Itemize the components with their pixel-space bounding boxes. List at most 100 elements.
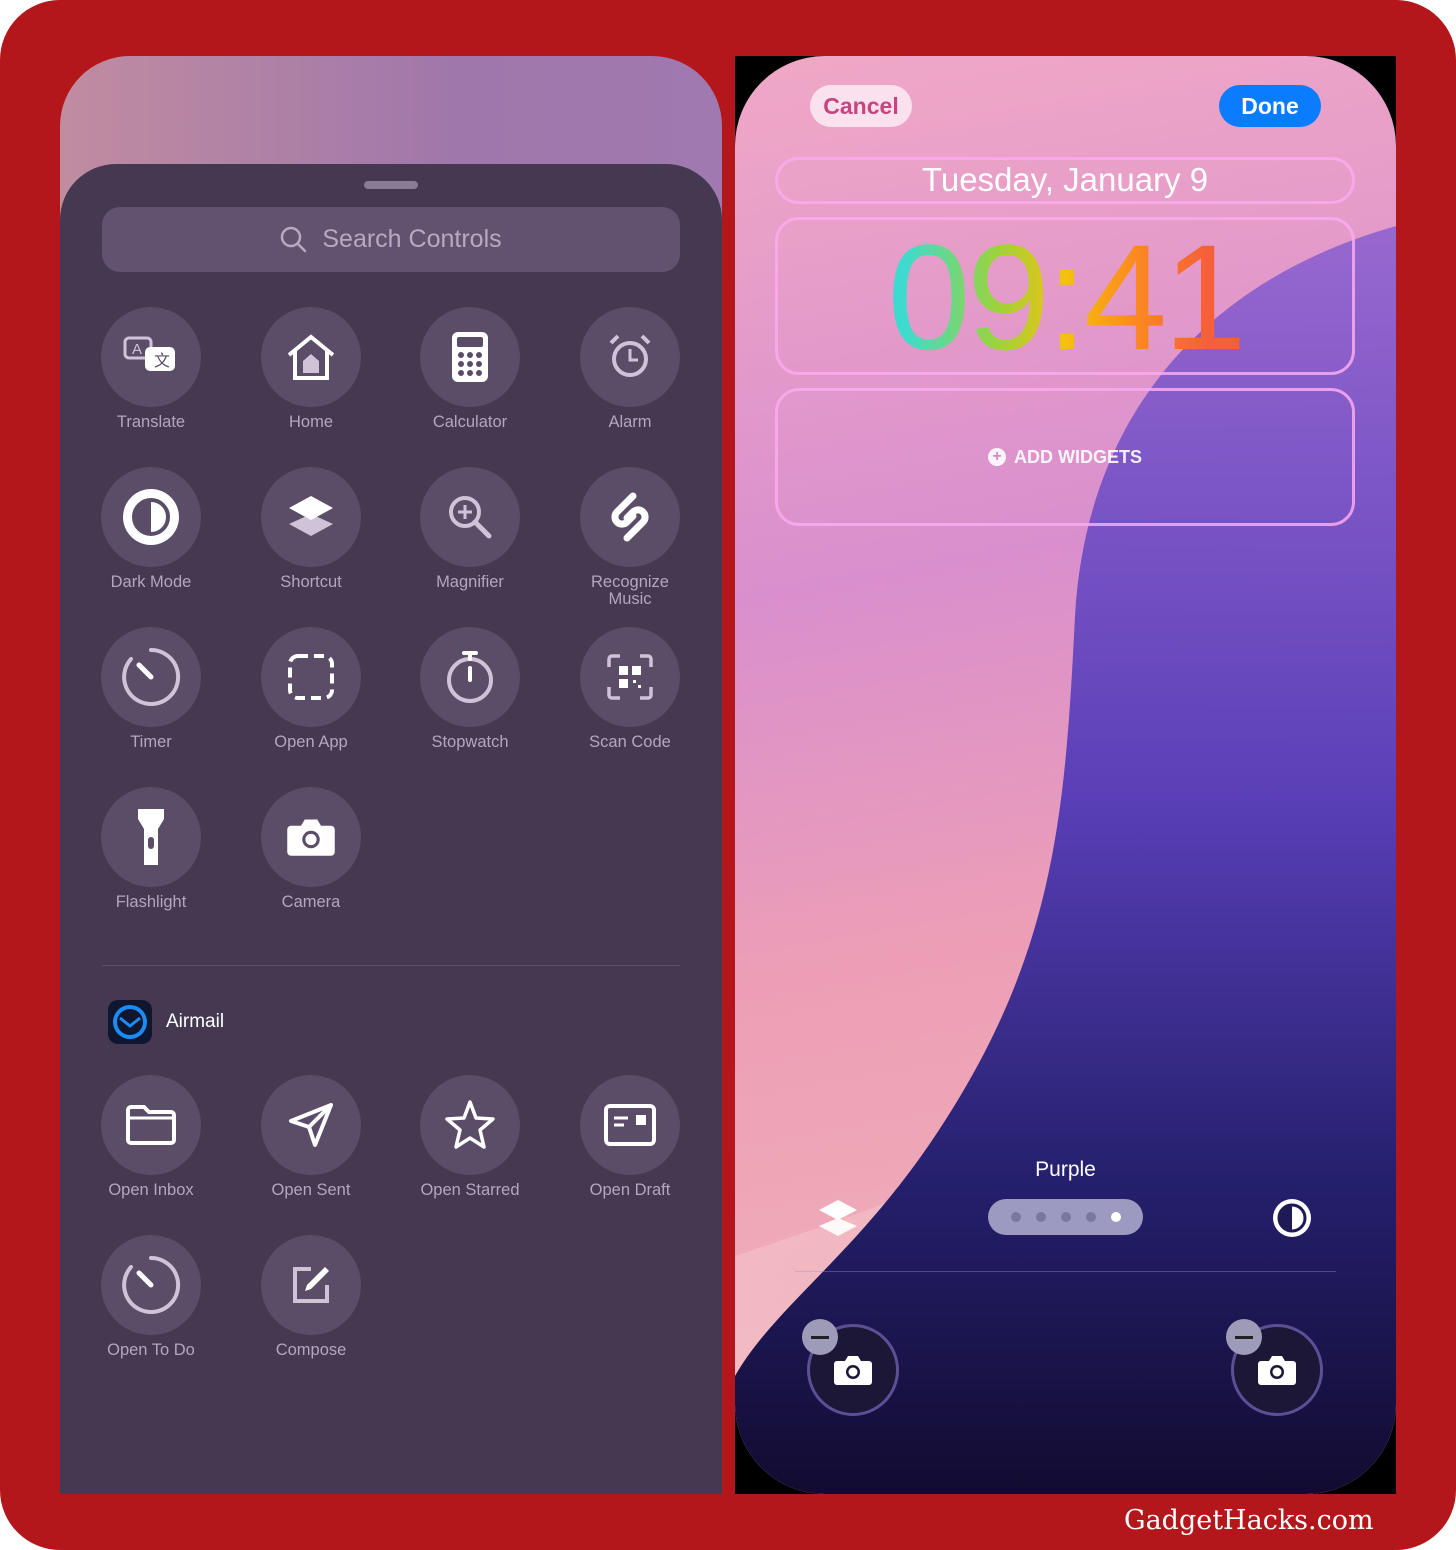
search-controls-field[interactable]: Search Controls [102,207,680,272]
control-open-starred[interactable]: Open Starred [395,1075,545,1199]
control-open-draft[interactable]: Open Draft [555,1075,705,1199]
divider [795,1271,1336,1272]
control-label: Open Draft [589,1181,671,1199]
svg-text:文: 文 [154,351,170,370]
control-dark-mode[interactable]: Dark Mode [76,467,226,591]
remove-button[interactable] [802,1319,838,1355]
control-label: Translate [116,413,186,431]
folder-icon [101,1075,201,1175]
control-open-sent[interactable]: Open Sent [236,1075,386,1199]
control-label: Shortcut [280,573,342,591]
calculator-icon [420,307,520,407]
control-stopwatch[interactable]: Stopwatch [395,627,545,751]
clock-time: 09:41 [778,222,1352,372]
control-magnifier[interactable]: Magnifier [395,467,545,591]
date-text: Tuesday, January 9 [921,161,1209,198]
control-flashlight[interactable]: Flashlight [76,787,226,911]
control-timer[interactable]: Timer [76,627,226,751]
camera-icon [1258,1356,1296,1385]
control-label: Flashlight [115,893,187,911]
search-placeholder: Search Controls [322,225,502,253]
stopwatch-icon [420,627,520,727]
control-shortcut[interactable]: Shortcut [236,467,386,591]
control-scan-code[interactable]: Scan Code [555,627,705,751]
flashlight-icon [101,787,201,887]
shazam-icon [580,467,680,567]
control-label: Open App [274,733,348,751]
widgets-slot[interactable]: + ADD WIDGETS [775,388,1355,526]
draft-icon [580,1075,680,1175]
camera-icon [261,787,361,887]
control-label: Alarm [608,413,652,431]
control-camera[interactable]: Camera [236,787,386,911]
control-label: Open Sent [271,1181,351,1199]
control-label: Stopwatch [431,733,509,751]
page-dot[interactable] [1110,1212,1121,1222]
control-open-inbox[interactable]: Open Inbox [76,1075,226,1199]
clock-slot[interactable]: 09:41 [775,217,1355,375]
qr-code-icon [580,627,680,727]
page-dot[interactable] [1035,1212,1046,1222]
section-divider [102,965,680,966]
control-label: Calculator [432,413,508,431]
search-icon [281,226,307,252]
watermark: GadgetHacks.com [1124,1505,1374,1536]
timer-icon [101,627,201,727]
app-section-header: Airmail [108,1000,224,1044]
control-recognize-music[interactable]: Recognize Music [555,467,705,608]
control-open-app[interactable]: Open App [236,627,386,751]
control-calculator[interactable]: Calculator [395,307,545,431]
sheet-grabber[interactable] [364,181,418,189]
timer-icon [101,1235,201,1335]
dark-mode-icon [101,467,201,567]
layers-icon[interactable] [815,1196,861,1242]
page-dot[interactable] [1085,1212,1096,1222]
page-dot[interactable] [1060,1212,1071,1222]
control-label: Dark Mode [110,573,192,591]
alarm-icon [580,307,680,407]
cancel-button[interactable]: Cancel [810,85,912,127]
control-label: Home [288,413,333,431]
control-label: Open Starred [420,1181,520,1199]
camera-icon [834,1356,872,1385]
control-alarm[interactable]: Alarm [555,307,705,431]
star-icon [420,1075,520,1175]
remove-button[interactable] [1226,1319,1262,1355]
left-quick-action-camera[interactable] [802,1319,899,1416]
home-icon [261,307,361,407]
svg-text:A: A [132,341,142,358]
shortcut-icon [261,467,361,567]
page-dot[interactable] [1010,1212,1021,1222]
add-circle-icon: + [988,448,1006,466]
control-label: Open To Do [107,1341,195,1359]
dark-mode-icon[interactable] [1271,1197,1313,1239]
done-button[interactable]: Done [1219,85,1321,127]
control-home[interactable]: Home [236,307,386,431]
date-widget-slot[interactable]: Tuesday, January 9 [775,157,1355,204]
control-label: Open Inbox [108,1181,194,1199]
app-name: Airmail [166,1011,225,1032]
add-widgets-label: ADD WIDGETS [1014,446,1142,467]
control-label: Camera [281,893,341,911]
right-quick-action-camera[interactable] [1226,1319,1323,1416]
airmail-icon [108,1000,152,1044]
control-open-to-do[interactable]: Open To Do [76,1235,226,1359]
lock-screen-preview: Cancel Done Tuesday, January 9 09:41 + AD… [735,56,1396,1494]
compose-icon [261,1235,361,1335]
paper-plane-icon [261,1075,361,1175]
control-compose[interactable]: Compose [236,1235,386,1359]
control-label: Recognize Music [591,573,669,608]
control-label: Scan Code [589,733,671,751]
control-label: Magnifier [436,573,504,591]
magnifier-icon [420,467,520,567]
style-name: Purple [1035,1158,1096,1181]
controls-gallery-panel: Search Controls A 文 Translate Home Calculato… [60,56,722,1494]
control-label: Compose [275,1341,347,1359]
lock-screen-editor: Cancel Done Tuesday, January 9 09:41 + AD… [735,56,1396,1494]
control-translate[interactable]: A 文 Translate [76,307,226,431]
control-label: Timer [130,733,172,751]
translate-icon: A文 [101,307,201,407]
style-page-indicator[interactable] [988,1199,1143,1235]
controls-sheet: Search Controls A 文 Translate Home Calculato… [60,164,722,1494]
open-app-icon [261,627,361,727]
